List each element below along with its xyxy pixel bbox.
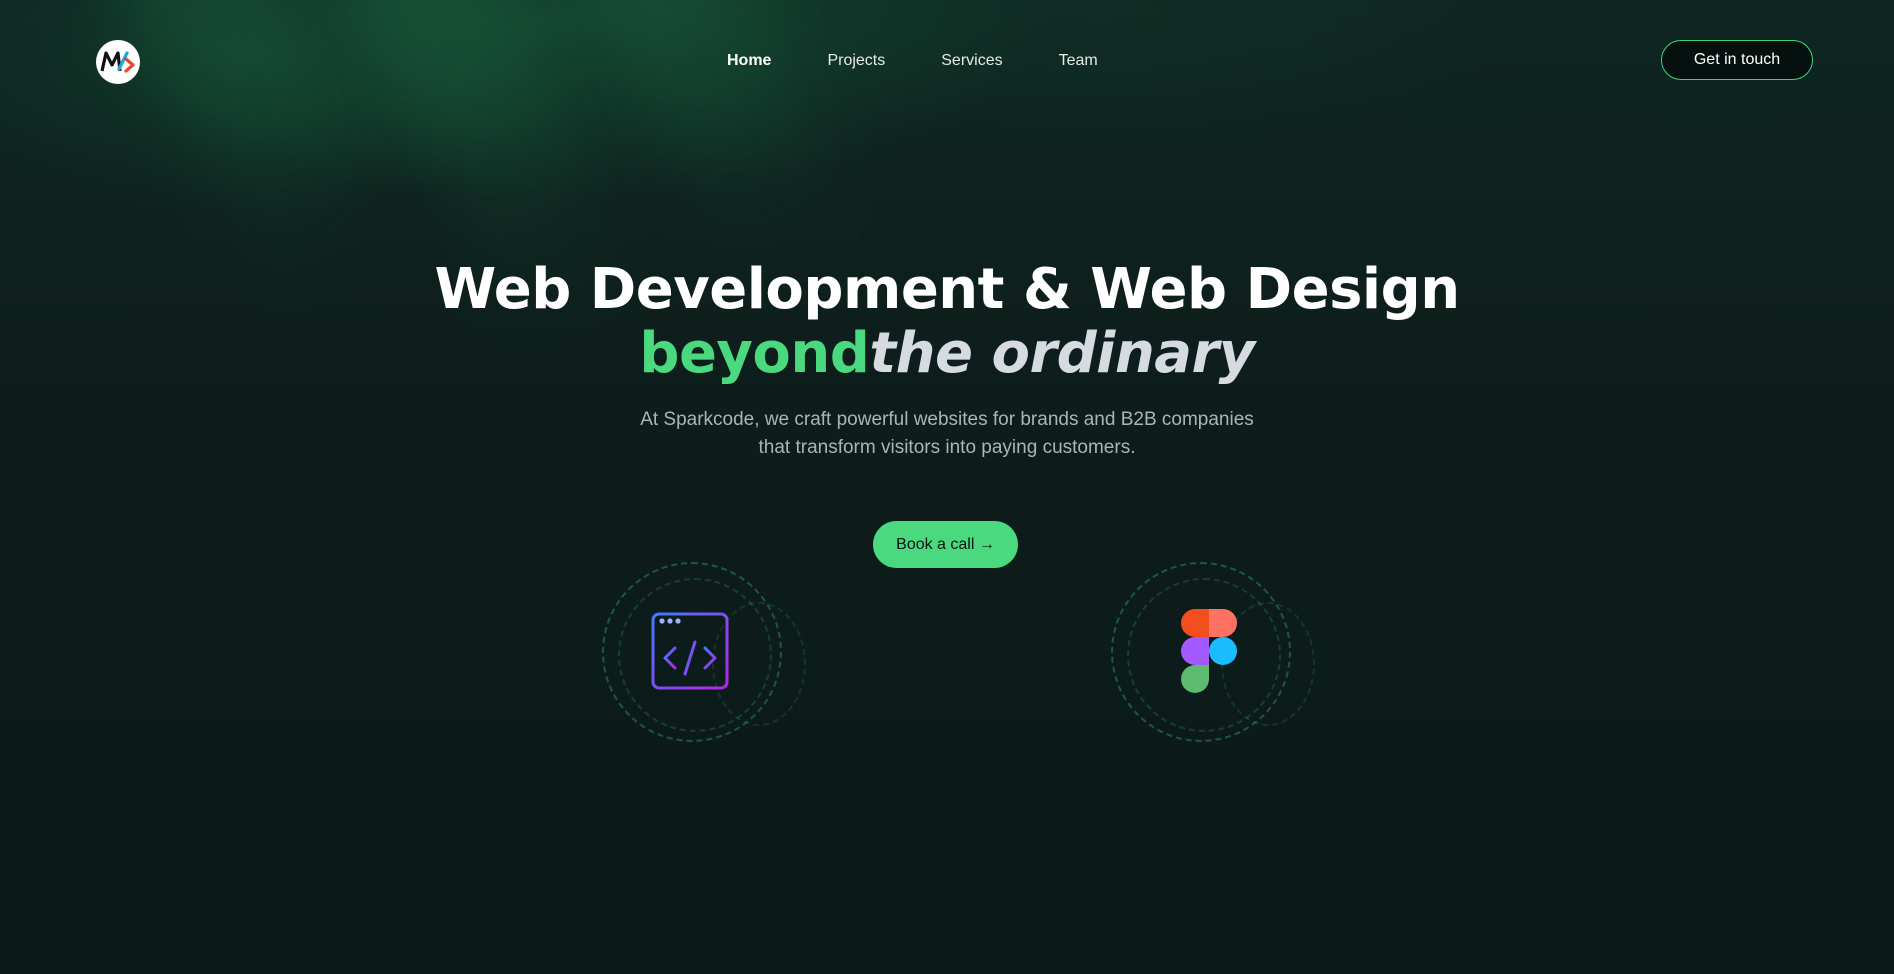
nav-item-services[interactable]: Services [941, 50, 1002, 72]
hero-subtitle-line: At Sparkcode, we craft powerful websites… [640, 409, 1254, 430]
hero-subtitle-line: that transform visitors into paying cust… [758, 437, 1136, 458]
background-streak [557, 0, 863, 290]
book-a-call-button[interactable]: Book a call → [873, 521, 1018, 568]
nav-item-projects[interactable]: Projects [827, 50, 885, 72]
figma-icon [1169, 607, 1249, 695]
hero-title-highlight: beyond [639, 321, 870, 386]
code-window-icon [650, 607, 730, 695]
hero-title-line2: beyondthe ordinary [0, 322, 1894, 386]
hero-title-italic: the ordinary [869, 321, 1255, 386]
hero-title: Web Development & Web Design [434, 257, 1460, 322]
hero-subtitle: At Sparkcode, we craft powerful websites… [0, 406, 1894, 462]
page: Home Projects Services Team Get in touch… [0, 0, 1894, 974]
figma-orbit [1111, 562, 1321, 752]
nav-item-team[interactable]: Team [1059, 50, 1098, 72]
code-orbit [602, 562, 812, 752]
main-nav: Home Projects Services Team [727, 50, 1098, 72]
sparkcode-logo-icon [100, 51, 135, 73]
nav-item-home[interactable]: Home [727, 50, 771, 72]
logo[interactable] [96, 40, 140, 84]
get-in-touch-button[interactable]: Get in touch [1661, 40, 1813, 80]
